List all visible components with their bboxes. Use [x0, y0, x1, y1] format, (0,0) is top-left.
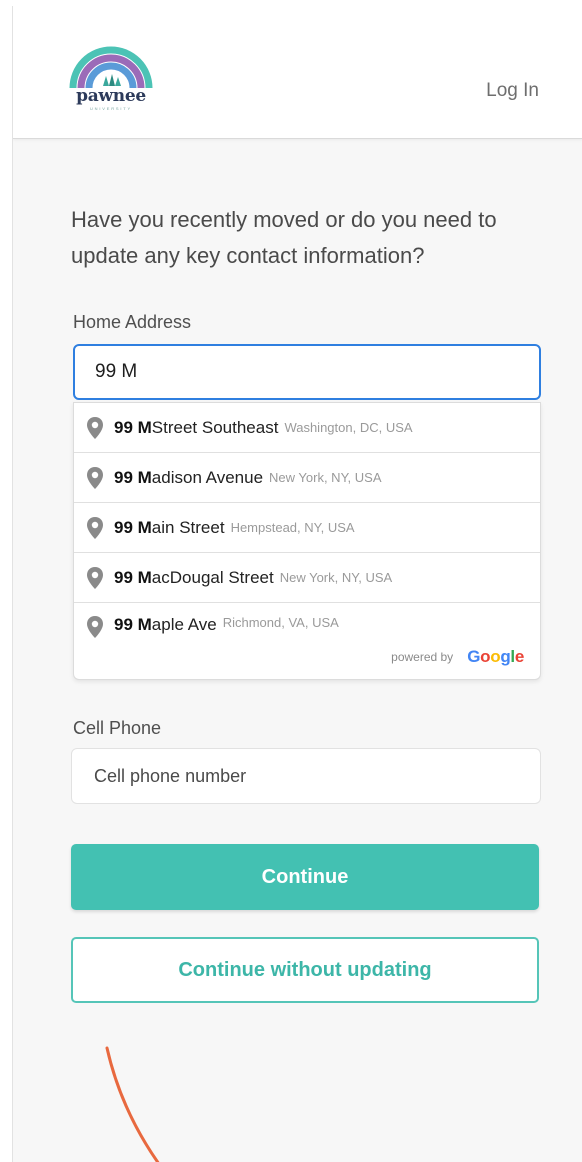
suggestion-match: 99 M [114, 615, 152, 634]
suggestion-main: Street Southeast [151, 417, 279, 437]
suggestion-item[interactable]: 99 M aple Ave Richmond, VA, USA powered … [74, 603, 540, 675]
decorative-arc [105, 1046, 160, 1162]
home-address-input[interactable] [73, 344, 541, 400]
map-pin-icon [87, 466, 103, 489]
suggestion-main: acDougal Street [151, 567, 274, 587]
map-pin-icon [87, 566, 103, 589]
login-link[interactable]: Log In [486, 80, 539, 102]
suggestion-match: 99 M [114, 567, 152, 587]
map-pin-icon [87, 616, 103, 638]
address-suggestions: 99 M Street Southeast Washington, DC, US… [73, 402, 541, 680]
suggestion-item[interactable]: 99 M adison Avenue New York, NY, USA [74, 453, 540, 503]
header: pawnee UNIVERSITY Log In [13, 6, 582, 139]
suggestion-item[interactable]: 99 M Street Southeast Washington, DC, US… [74, 403, 540, 453]
suggestion-match: 99 M [114, 467, 152, 487]
suggestion-main: adison Avenue [151, 467, 264, 487]
powered-by-google: powered by Google [391, 647, 524, 667]
logo-wordmark: pawnee [76, 86, 146, 106]
suggestion-secondary: Washington, DC, USA [284, 420, 413, 435]
rainbow-logo-icon [69, 46, 153, 89]
page-question: Have you recently moved or do you need t… [71, 207, 497, 268]
suggestion-item[interactable]: 99 M acDougal Street New York, NY, USA [74, 553, 540, 603]
continue-without-updating-button[interactable]: Continue without updating [71, 937, 539, 1003]
suggestion-secondary: New York, NY, USA [279, 570, 393, 585]
continue-button[interactable]: Continue [71, 844, 539, 910]
map-pin-icon [87, 416, 103, 439]
suggestion-match: 99 M [114, 517, 152, 537]
map-pin-icon [87, 516, 103, 539]
suggestion-secondary: New York, NY, USA [269, 470, 382, 485]
logo-subtext: UNIVERSITY [89, 106, 132, 111]
app-frame: pawnee UNIVERSITY Log In Have you recent… [12, 6, 582, 1162]
suggestion-main: aple Ave [151, 615, 217, 634]
suggestion-item[interactable]: 99 M ain Street Hempstead, NY, USA [74, 503, 540, 553]
suggestion-secondary: Hempstead, NY, USA [230, 520, 355, 535]
suggestion-secondary: Richmond, VA, USA [222, 615, 339, 630]
cell-phone-input[interactable] [71, 748, 541, 804]
pawnee-logo[interactable]: pawnee UNIVERSITY [65, 42, 157, 111]
google-logo: Google [467, 647, 524, 666]
home-address-label: Home Address [73, 312, 192, 332]
suggestion-match: 99 M [114, 417, 152, 437]
powered-by-text: powered by [391, 650, 454, 664]
cell-phone-label: Cell Phone [73, 718, 162, 738]
suggestion-main: ain Street [151, 517, 225, 537]
